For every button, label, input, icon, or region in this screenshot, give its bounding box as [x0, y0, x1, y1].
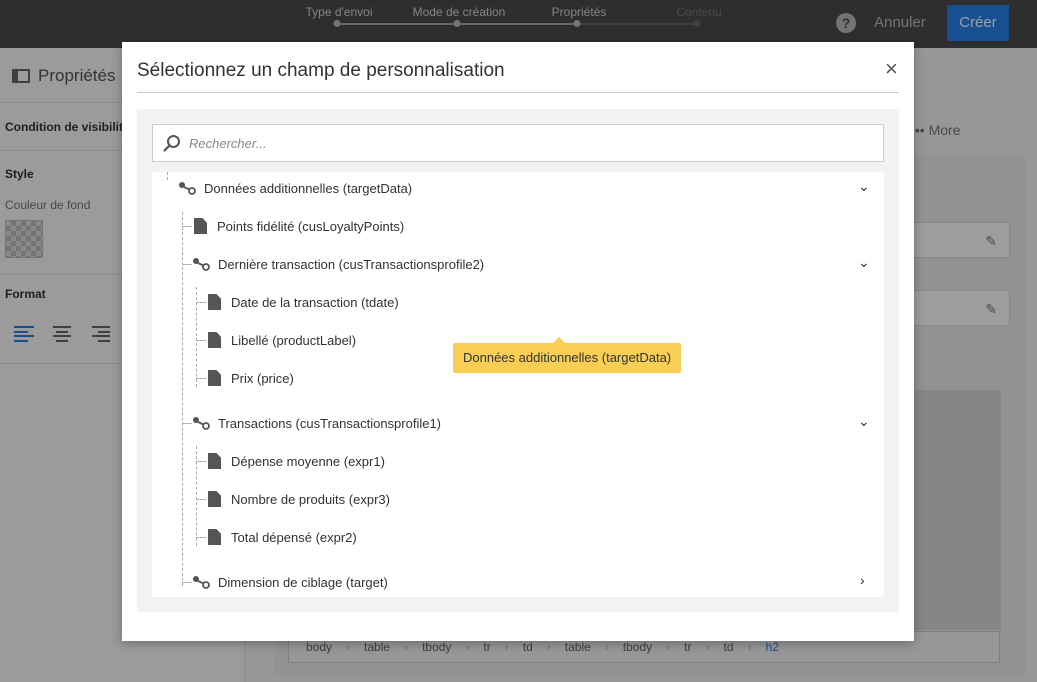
file-icon [208, 453, 221, 469]
dialog-title: Sélectionnez un champ de personnalisatio… [137, 60, 505, 81]
tree-guide [196, 378, 206, 379]
tree-node-label: Données additionnelles (targetData) [204, 180, 413, 196]
tree-node-targetdata[interactable]: Données additionnelles (targetData) [178, 176, 412, 200]
tree-guide [167, 172, 168, 180]
tree-guide [196, 302, 206, 303]
tree-node-label: Points fidélité (cusLoyaltyPoints) [217, 218, 405, 234]
tree-node-label: Total dépensé (expr2) [231, 529, 357, 545]
file-icon [208, 370, 221, 386]
tree-guide [182, 212, 183, 586]
tree-guide [182, 423, 192, 424]
tree-leaf-expr1[interactable]: Dépense moyenne (expr1) [208, 449, 385, 473]
link-icon [179, 182, 196, 195]
file-icon [208, 529, 221, 545]
tree-node-label: Dimension de ciblage (target) [218, 574, 388, 590]
personalization-field-dialog: Sélectionnez un champ de personnalisatio… [122, 42, 914, 641]
search-box [152, 124, 884, 162]
chevron-down-icon[interactable]: ⌄ [858, 178, 870, 195]
tree-guide [196, 340, 206, 341]
chevron-down-icon[interactable]: ⌄ [858, 254, 870, 271]
link-icon [193, 258, 210, 271]
file-icon [208, 332, 221, 348]
tree-node-label: Dernière transaction (cusTransactionspro… [218, 256, 485, 272]
tooltip: Données additionnelles (targetData) [453, 337, 682, 373]
tree-guide [196, 537, 206, 538]
divider [137, 92, 899, 93]
tree-node-target[interactable]: Dimension de ciblage (target) [192, 570, 388, 594]
close-icon[interactable]: × [885, 56, 898, 82]
file-icon [208, 294, 221, 310]
field-tree: Données additionnelles (targetData) ⌄ Po… [152, 172, 884, 597]
tree-guide [182, 582, 192, 583]
file-icon [208, 491, 221, 507]
tree-node-label: Nombre de produits (expr3) [231, 491, 390, 507]
link-icon [193, 576, 210, 589]
tree-guide [182, 264, 192, 265]
tree-leaf-expr3[interactable]: Nombre de produits (expr3) [208, 487, 390, 511]
chevron-down-icon[interactable]: ⌄ [858, 413, 870, 430]
tree-guide [196, 461, 206, 462]
tree-guide [196, 499, 206, 500]
tree-node-label: Libellé (productLabel) [231, 332, 357, 348]
tree-node-label: Prix (price) [231, 370, 294, 386]
file-icon [194, 218, 207, 234]
tree-leaf-expr2[interactable]: Total dépensé (expr2) [208, 525, 357, 549]
tree-leaf-product-label[interactable]: Libellé (productLabel) [208, 328, 356, 352]
tree-leaf-tdate[interactable]: Date de la transaction (tdate) [208, 290, 399, 314]
tree-node-last-transaction[interactable]: Dernière transaction (cusTransactionspro… [192, 252, 484, 276]
tree-node-label: Dépense moyenne (expr1) [231, 453, 385, 469]
dialog-body: Données additionnelles (targetData) ⌄ Po… [137, 109, 899, 612]
tree-node-label: Transactions (cusTransactionsprofile1) [218, 415, 442, 431]
tree-leaf-loyalty-points[interactable]: Points fidélité (cusLoyaltyPoints) [194, 214, 404, 238]
chevron-right-icon[interactable]: › [860, 572, 865, 588]
link-icon [193, 417, 210, 430]
tree-leaf-price[interactable]: Prix (price) [208, 366, 294, 390]
tree-node-label: Date de la transaction (tdate) [231, 294, 399, 310]
tree-node-transactions[interactable]: Transactions (cusTransactionsprofile1) [192, 411, 441, 435]
search-icon [163, 135, 180, 152]
search-input[interactable] [189, 125, 869, 161]
tree-guide [182, 226, 192, 227]
